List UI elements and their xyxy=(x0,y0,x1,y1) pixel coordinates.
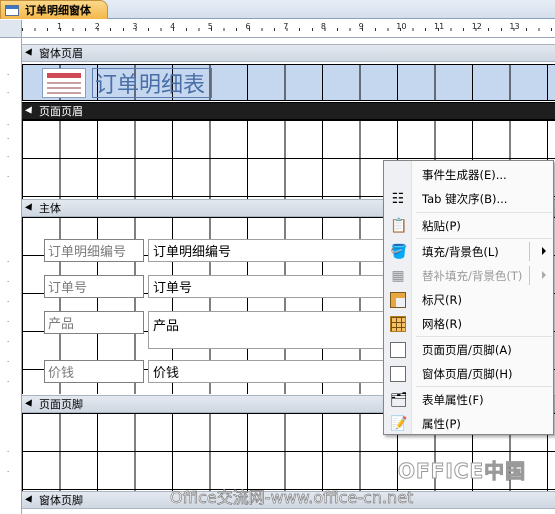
menu-separator xyxy=(416,238,552,239)
vertical-ruler[interactable]: · · · · · · · · · · · · · · · xyxy=(0,38,22,514)
field-label[interactable]: 价钱 xyxy=(44,360,144,383)
menu-item-ruler[interactable]: 标尺(R) xyxy=(385,288,553,311)
section-arrow-icon xyxy=(25,48,35,58)
menu-item-grid[interactable]: 网格(R) xyxy=(385,312,553,335)
document-tab-bar: 订单明细窗体 xyxy=(0,0,555,19)
brand-watermark: OFFICE中国 xyxy=(397,459,527,484)
field-label[interactable]: 产品 xyxy=(44,311,144,334)
section-arrow-icon xyxy=(25,203,35,213)
ruler-tick-label: 1 xyxy=(57,22,63,31)
fill-color-icon: 🪣 xyxy=(390,244,408,260)
section-arrow-icon xyxy=(25,495,35,505)
ruler-tick-label: 9 xyxy=(358,22,364,31)
form-footer-label: 窗体页脚 xyxy=(39,494,83,507)
section-arrow-icon xyxy=(25,106,35,116)
page-footer-label: 页面页脚 xyxy=(39,398,83,411)
tab-order-icon: ☷ xyxy=(391,191,405,207)
context-menu: 事件生成器(E)... ☷ Tab 键次序(B)... 📋 粘贴(P) 🪣 填充… xyxy=(383,160,554,435)
ruler-tick-label: 10 xyxy=(396,22,407,31)
ruler-corner[interactable] xyxy=(0,20,22,38)
section-arrow-icon xyxy=(25,399,35,409)
grid-icon xyxy=(390,316,406,332)
menu-item-properties[interactable]: 📝 属性(P) xyxy=(385,412,553,435)
form-header-footer-icon xyxy=(390,366,406,382)
ruler-tick-label: 6 xyxy=(245,22,251,31)
page-header-footer-icon xyxy=(390,342,406,358)
page-header-bar[interactable]: 页面页眉 xyxy=(22,102,555,120)
ruler-tick-label: 7 xyxy=(283,22,289,31)
form-header-bar[interactable]: 窗体页眉 xyxy=(22,44,555,62)
menu-item-alt-fill-color[interactable]: ▦ 替补填充/背景色(T) xyxy=(385,264,553,287)
menu-item-tab-order[interactable]: ☷ Tab 键次序(B)... xyxy=(385,187,553,210)
field-textbox[interactable]: 价钱 xyxy=(148,360,388,383)
menu-separator xyxy=(416,212,552,213)
field-label[interactable]: 订单号 xyxy=(44,275,144,298)
site-watermark: Office交流网-www.office-cn.net xyxy=(170,488,414,508)
ruler-tick-label: 4 xyxy=(170,22,176,31)
ruler-tick-label: 11 xyxy=(434,22,445,31)
form-header-label: 窗体页眉 xyxy=(39,47,83,60)
ruler-tick-label: 2 xyxy=(94,22,100,31)
properties-icon: 📝 xyxy=(390,416,408,432)
field-label[interactable]: 订单明细编号 xyxy=(44,239,144,262)
ruler-tick-label: 13 xyxy=(509,22,520,31)
field-textbox[interactable]: 订单号 xyxy=(148,275,388,298)
menu-item-page-header-footer[interactable]: 页面页眉/页脚(A) xyxy=(385,338,553,361)
submenu-arrow-icon xyxy=(542,247,546,255)
field-textbox[interactable]: 订单明细编号 xyxy=(148,239,388,262)
alt-fill-color-icon: ▦ xyxy=(391,268,405,284)
menu-item-event-builder[interactable]: 事件生成器(E)... xyxy=(385,163,553,186)
form-title-label[interactable]: 订单明细表 xyxy=(92,68,212,98)
document-tab-title: 订单明细窗体 xyxy=(25,4,91,17)
submenu-arrow-icon xyxy=(542,271,546,279)
page-header-label: 页面页眉 xyxy=(39,105,83,118)
ruler-tick-label: 8 xyxy=(320,22,326,31)
ruler-tick-label: 12 xyxy=(471,22,482,31)
field-textbox[interactable]: 产品 xyxy=(148,311,388,349)
form-logo-icon[interactable] xyxy=(42,68,86,98)
document-tab[interactable]: 订单明细窗体 xyxy=(0,0,108,19)
ruler-tick-label: 3 xyxy=(132,22,138,31)
ruler-icon xyxy=(390,292,406,308)
menu-separator xyxy=(416,386,552,387)
form-icon xyxy=(5,4,19,16)
paste-icon: 📋 xyxy=(390,218,408,234)
detail-label: 主体 xyxy=(39,202,61,215)
menu-item-fill-color[interactable]: 🪣 填充/背景色(L) xyxy=(385,240,553,263)
ruler-tick-label: 5 xyxy=(207,22,213,31)
menu-item-form-properties[interactable]: 🗂 表单属性(F) xyxy=(385,388,553,411)
menu-item-paste[interactable]: 📋 粘贴(P) xyxy=(385,214,553,237)
form-properties-icon: 🗂 xyxy=(390,392,408,408)
menu-item-form-header-footer[interactable]: 窗体页眉/页脚(H) xyxy=(385,362,553,385)
event-builder-icon xyxy=(390,167,406,183)
menu-separator xyxy=(416,336,552,337)
